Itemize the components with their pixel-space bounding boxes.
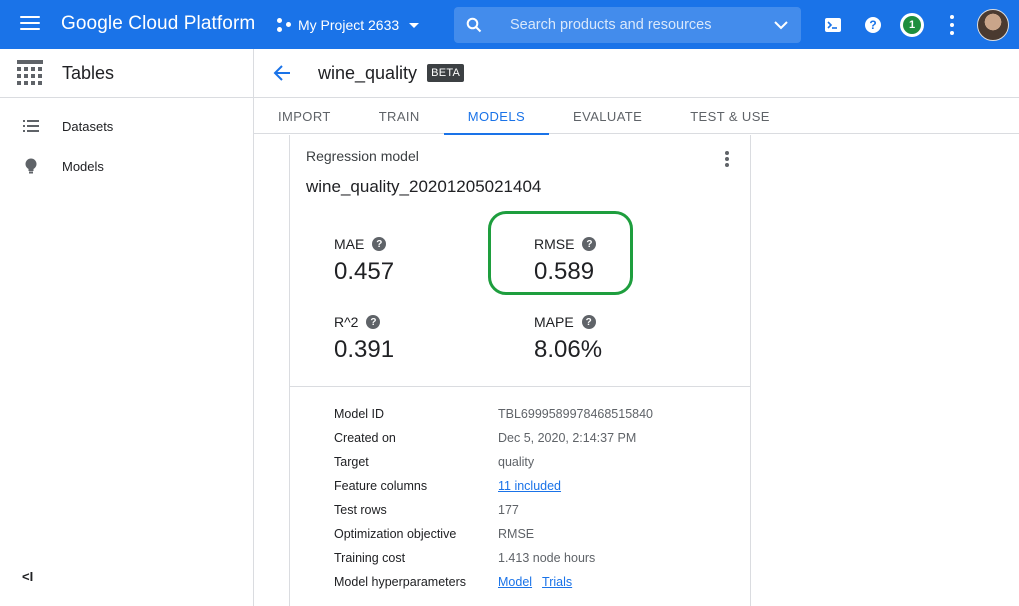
tab-train[interactable]: TRAIN	[355, 98, 444, 134]
project-selector[interactable]: My Project 2633	[276, 13, 420, 37]
list-icon	[0, 119, 62, 133]
detail-label: Target	[334, 455, 369, 469]
detail-row-cost: Training cost 1.413 node hours	[334, 546, 653, 570]
top-app-bar: Google Cloud Platform My Project 2633 Se…	[0, 0, 1019, 49]
card-divider	[290, 386, 750, 387]
sidebar-title: Tables	[62, 62, 115, 83]
more-vert-icon[interactable]	[940, 13, 964, 37]
help-icon[interactable]: ?	[581, 315, 596, 329]
avatar[interactable]	[977, 9, 1009, 41]
sidebar-item-label: Datasets	[62, 118, 114, 134]
brand-name[interactable]: Google Cloud Platform	[61, 13, 255, 35]
tab-models[interactable]: MODELS	[443, 98, 550, 135]
chevron-down-icon[interactable]	[761, 20, 801, 30]
back-arrow-icon[interactable]	[272, 63, 292, 83]
feature-columns-link[interactable]: 11 included	[498, 479, 561, 493]
sidebar: Tables Datasets Models <I	[0, 49, 254, 606]
help-glyph: ?	[865, 17, 881, 33]
metric-label: R^2	[334, 314, 359, 330]
page-title: wine_quality	[318, 62, 418, 83]
cloud-shell-icon[interactable]	[821, 13, 845, 37]
beta-badge: BETA	[427, 64, 465, 82]
project-icon	[276, 17, 292, 33]
collapse-sidebar-icon[interactable]: <I	[22, 569, 33, 584]
detail-row-model-id: Model ID TBL6999589978468515840	[334, 402, 653, 426]
detail-value: 1.413 node hours	[498, 551, 596, 565]
tab-bar: IMPORT TRAIN MODELS EVALUATE TEST & USE	[254, 98, 1019, 135]
metric-mape: MAPE? 8.06%	[534, 314, 602, 364]
detail-label: Feature columns	[334, 479, 428, 493]
search-icon	[454, 17, 494, 33]
detail-value: RMSE	[498, 527, 535, 541]
detail-row-target: Target quality	[334, 450, 653, 474]
detail-label: Test rows	[334, 503, 387, 517]
detail-row-hyperparameters: Model hyperparameters Model Trials	[334, 570, 653, 594]
sidebar-item-label: Models	[62, 158, 104, 174]
sidebar-item-models[interactable]: Models	[0, 146, 253, 186]
help-icon[interactable]: ?	[366, 315, 381, 329]
detail-label: Model ID	[334, 407, 385, 421]
search-bar[interactable]: Search products and resources	[454, 7, 801, 43]
detail-value: TBL6999589978468515840	[498, 407, 654, 421]
detail-row-test-rows: Test rows 177	[334, 498, 653, 522]
card-more-icon[interactable]	[724, 149, 730, 169]
trials-link[interactable]: Trials	[542, 575, 572, 589]
tab-test-and-use[interactable]: TEST & USE	[666, 98, 794, 134]
detail-value: 177	[498, 503, 519, 517]
rmse-highlight-annotation	[488, 211, 633, 295]
page-header: wine_quality BETA	[254, 49, 1019, 98]
detail-row-objective: Optimization objective RMSE	[334, 522, 653, 546]
metric-label: MAE	[334, 236, 365, 252]
tab-evaluate[interactable]: EVALUATE	[549, 98, 666, 134]
detail-row-created: Created on Dec 5, 2020, 2:14:37 PM	[334, 426, 653, 450]
detail-value: Dec 5, 2020, 2:14:37 PM	[498, 431, 637, 445]
menu-icon[interactable]	[20, 16, 40, 32]
model-link[interactable]: Model	[498, 575, 532, 589]
sidebar-header: Tables	[0, 49, 253, 98]
help-icon[interactable]: ?	[372, 237, 387, 251]
notifications-badge[interactable]: 1	[900, 13, 924, 37]
caret-down-icon	[409, 22, 420, 28]
metric-r2: R^2? 0.391	[334, 314, 394, 364]
model-type: Regression model	[306, 148, 419, 164]
lightbulb-icon	[0, 158, 62, 174]
detail-row-features: Feature columns 11 included	[334, 474, 653, 498]
metric-value: 0.457	[334, 258, 395, 285]
notification-count: 1	[903, 16, 921, 34]
detail-label: Model hyperparameters	[334, 575, 467, 589]
sidebar-item-datasets[interactable]: Datasets	[0, 106, 253, 146]
detail-label: Training cost	[334, 551, 406, 565]
project-name: My Project 2633	[298, 17, 400, 33]
metric-value: 8.06%	[534, 336, 603, 363]
tables-product-icon	[17, 60, 43, 85]
help-icon[interactable]: ?	[861, 13, 885, 37]
metric-label: MAPE	[534, 314, 574, 330]
metric-mae: MAE? 0.457	[334, 236, 394, 286]
detail-label: Created on	[334, 431, 396, 445]
detail-value: quality	[498, 455, 535, 469]
search-input[interactable]: Search products and resources	[494, 17, 761, 33]
model-name: wine_quality_20201205021404	[306, 177, 542, 196]
metric-value: 0.391	[334, 336, 395, 363]
tab-import[interactable]: IMPORT	[254, 98, 355, 134]
model-details: Model ID TBL6999589978468515840 Created …	[334, 402, 653, 594]
detail-label: Optimization objective	[334, 527, 457, 541]
